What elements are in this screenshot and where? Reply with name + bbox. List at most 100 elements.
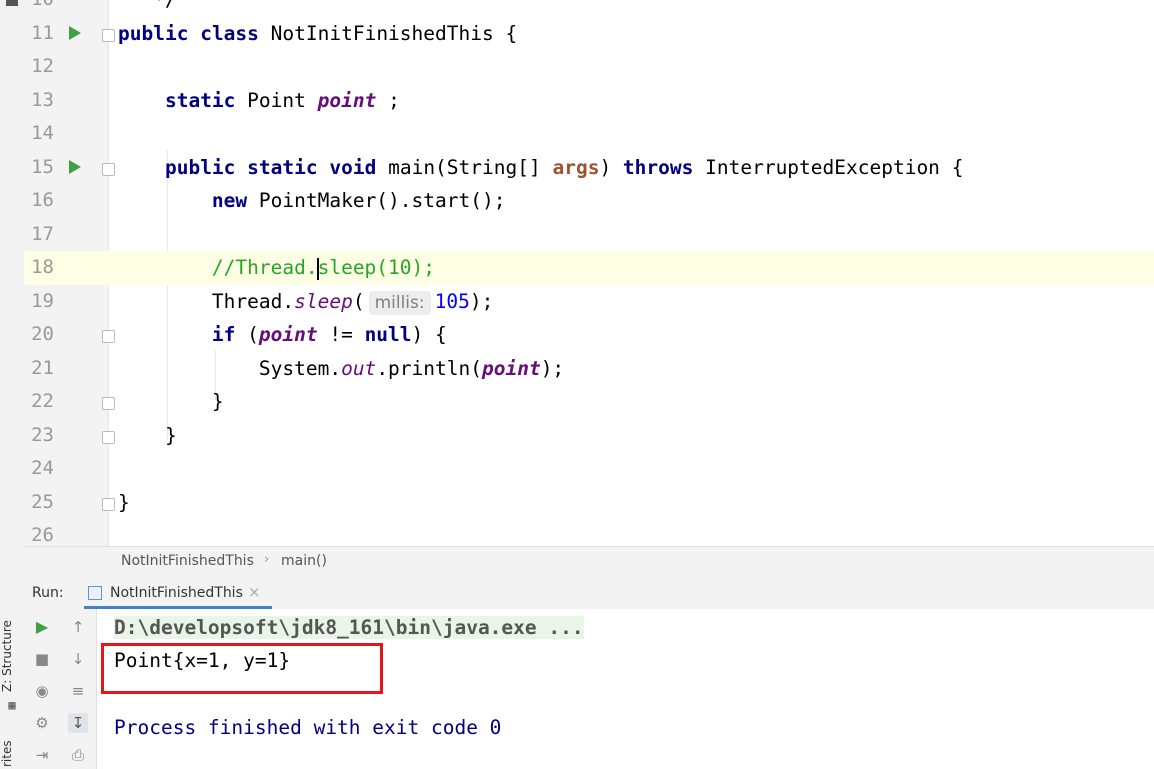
code-line-15: 15 public static void main(String[] args…: [24, 151, 1154, 185]
breadcrumb-separator-icon: ›: [264, 552, 270, 567]
brace: {: [951, 155, 964, 179]
line-number: 24: [31, 457, 54, 479]
highlight-annotation-box: [101, 643, 383, 694]
code-line-19: 19 Thread.sleep(millis: 105);: [24, 285, 1154, 319]
left-tool-sidebar: Z: Structure ▦ rites: [0, 0, 25, 769]
brace: }: [164, 423, 177, 447]
thread-class: Thread.: [211, 289, 295, 313]
command-text: D:\developsoft\jdk8_161\bin\java.exe ...: [114, 616, 584, 639]
parameter-hint: millis:: [368, 290, 431, 315]
kw-if: if: [211, 323, 236, 346]
code-line-24: 24: [24, 452, 1154, 486]
kw-public: public: [118, 21, 189, 45]
pointmaker-call: PointMaker().start();: [258, 189, 506, 212]
comment-part-a: //Thread.: [211, 256, 318, 279]
soft-wrap-icon[interactable]: ≡: [68, 681, 88, 701]
arrow-down-icon[interactable]: ↓: [68, 649, 88, 669]
fold-icon[interactable]: [102, 28, 115, 42]
line-number: 11: [31, 21, 54, 44]
code-line-14: 14: [24, 117, 1154, 151]
line-code: System.out.println(point);: [118, 352, 564, 386]
kw-static: static: [247, 155, 318, 179]
run-config-tab[interactable]: NotInitFinishedThis ×: [84, 577, 272, 609]
code-editor[interactable]: 10 */ 11 public class NotInitFinishedThi…: [24, 0, 1154, 546]
main-signature: main(String[]: [388, 155, 553, 179]
code-line-13: 13 static Point point ;: [24, 84, 1154, 118]
code-line-16: 16 new PointMaker().start();: [24, 184, 1154, 218]
comment-part-b: sleep(10);: [317, 256, 435, 279]
settings-icon[interactable]: ⚙: [32, 713, 52, 733]
line-code: if (point != null) {: [211, 323, 447, 346]
camera-icon[interactable]: ◉: [32, 681, 52, 701]
fold-icon[interactable]: [102, 497, 115, 511]
code-line-22: 22 }: [24, 385, 1154, 419]
run-class-icon[interactable]: [69, 25, 81, 40]
line-number: 21: [31, 356, 54, 379]
run-tool-header: Run: NotInitFinishedThis ×: [24, 577, 1154, 610]
line-number: 19: [31, 289, 54, 312]
sleep-argument: 105: [434, 289, 470, 313]
line-number: 17: [31, 222, 54, 245]
scroll-to-end-icon[interactable]: ↧: [68, 713, 88, 733]
line-code: */: [118, 0, 176, 17]
structure-tool-tab[interactable]: Z: Structure: [0, 618, 24, 694]
type-point: Point: [247, 88, 306, 112]
run-toolbar-secondary: ↑ ↓ ≡ ↧ ⎙: [60, 609, 97, 769]
kw-null: null: [364, 323, 412, 346]
arrow-up-icon[interactable]: ↑: [68, 617, 88, 637]
line-number: 12: [31, 55, 54, 77]
run-config-icon: [88, 586, 102, 600]
field-point: point: [258, 323, 318, 346]
exception-type: InterruptedException: [705, 155, 940, 179]
line-number: 15: [31, 155, 54, 178]
line-number: 22: [31, 390, 54, 412]
code-line-17: 17: [24, 218, 1154, 252]
code-line-12: 12: [24, 50, 1154, 84]
sidebar-stub: [6, 0, 18, 6]
line-code: }: [118, 486, 130, 520]
sleep-method: sleep: [294, 289, 353, 313]
line-code: static Point point ;: [118, 84, 400, 118]
run-main-icon[interactable]: [69, 159, 81, 174]
kw-static: static: [164, 88, 236, 112]
code-line-10: 10 */: [24, 0, 1154, 17]
line-code: public static void main(String[] args) t…: [164, 155, 964, 179]
paren: (: [352, 289, 365, 313]
close-icon[interactable]: ×: [248, 583, 261, 601]
rerun-icon[interactable]: ▶: [32, 617, 52, 637]
breadcrumb-class[interactable]: NotInitFinishedThis: [121, 553, 254, 569]
code-line-26: 26: [24, 519, 1154, 546]
line-number: 23: [31, 423, 54, 446]
fold-icon[interactable]: [102, 397, 115, 410]
console-exit-message: Process finished with exit code 0: [114, 716, 502, 739]
breadcrumb: NotInitFinishedThis › main(): [24, 546, 1154, 577]
line-code: }: [118, 385, 224, 419]
fold-icon[interactable]: [102, 430, 115, 444]
line-code: Thread.sleep(millis: 105);: [118, 285, 493, 319]
brace: }: [211, 390, 224, 413]
print-icon[interactable]: ⎙: [68, 745, 88, 765]
run-toolbar-primary: ▶ ■ ◉ ⚙ ⇥: [24, 609, 60, 769]
fold-icon[interactable]: [102, 330, 115, 343]
code-line-23: 23 }: [24, 419, 1154, 453]
restore-layout-icon[interactable]: ⇥: [32, 745, 52, 765]
system-class: System.: [258, 356, 342, 380]
line-number: 25: [31, 490, 54, 513]
console-command-line: D:\developsoft\jdk8_161\bin\java.exe ...: [114, 612, 584, 644]
line-number: 16: [31, 189, 54, 211]
fold-icon[interactable]: [102, 162, 115, 176]
class-name: NotInitFinishedThis: [270, 21, 494, 45]
semicolon: ;: [376, 88, 400, 112]
stop-icon[interactable]: ■: [32, 649, 52, 669]
if-end: ) {: [411, 323, 447, 346]
breadcrumb-method[interactable]: main(): [281, 553, 327, 569]
param-args: args: [552, 155, 600, 179]
kw-public: public: [164, 155, 236, 179]
run-label: Run:: [32, 585, 64, 601]
out-field: out: [341, 356, 377, 380]
code-line-21: 21 System.out.println(point);: [24, 352, 1154, 386]
line-code: //Thread.sleep(10);: [118, 251, 435, 285]
line-code: }: [118, 419, 177, 453]
favorites-tool-tab[interactable]: rites: [0, 738, 24, 769]
line-number: 13: [31, 88, 54, 111]
